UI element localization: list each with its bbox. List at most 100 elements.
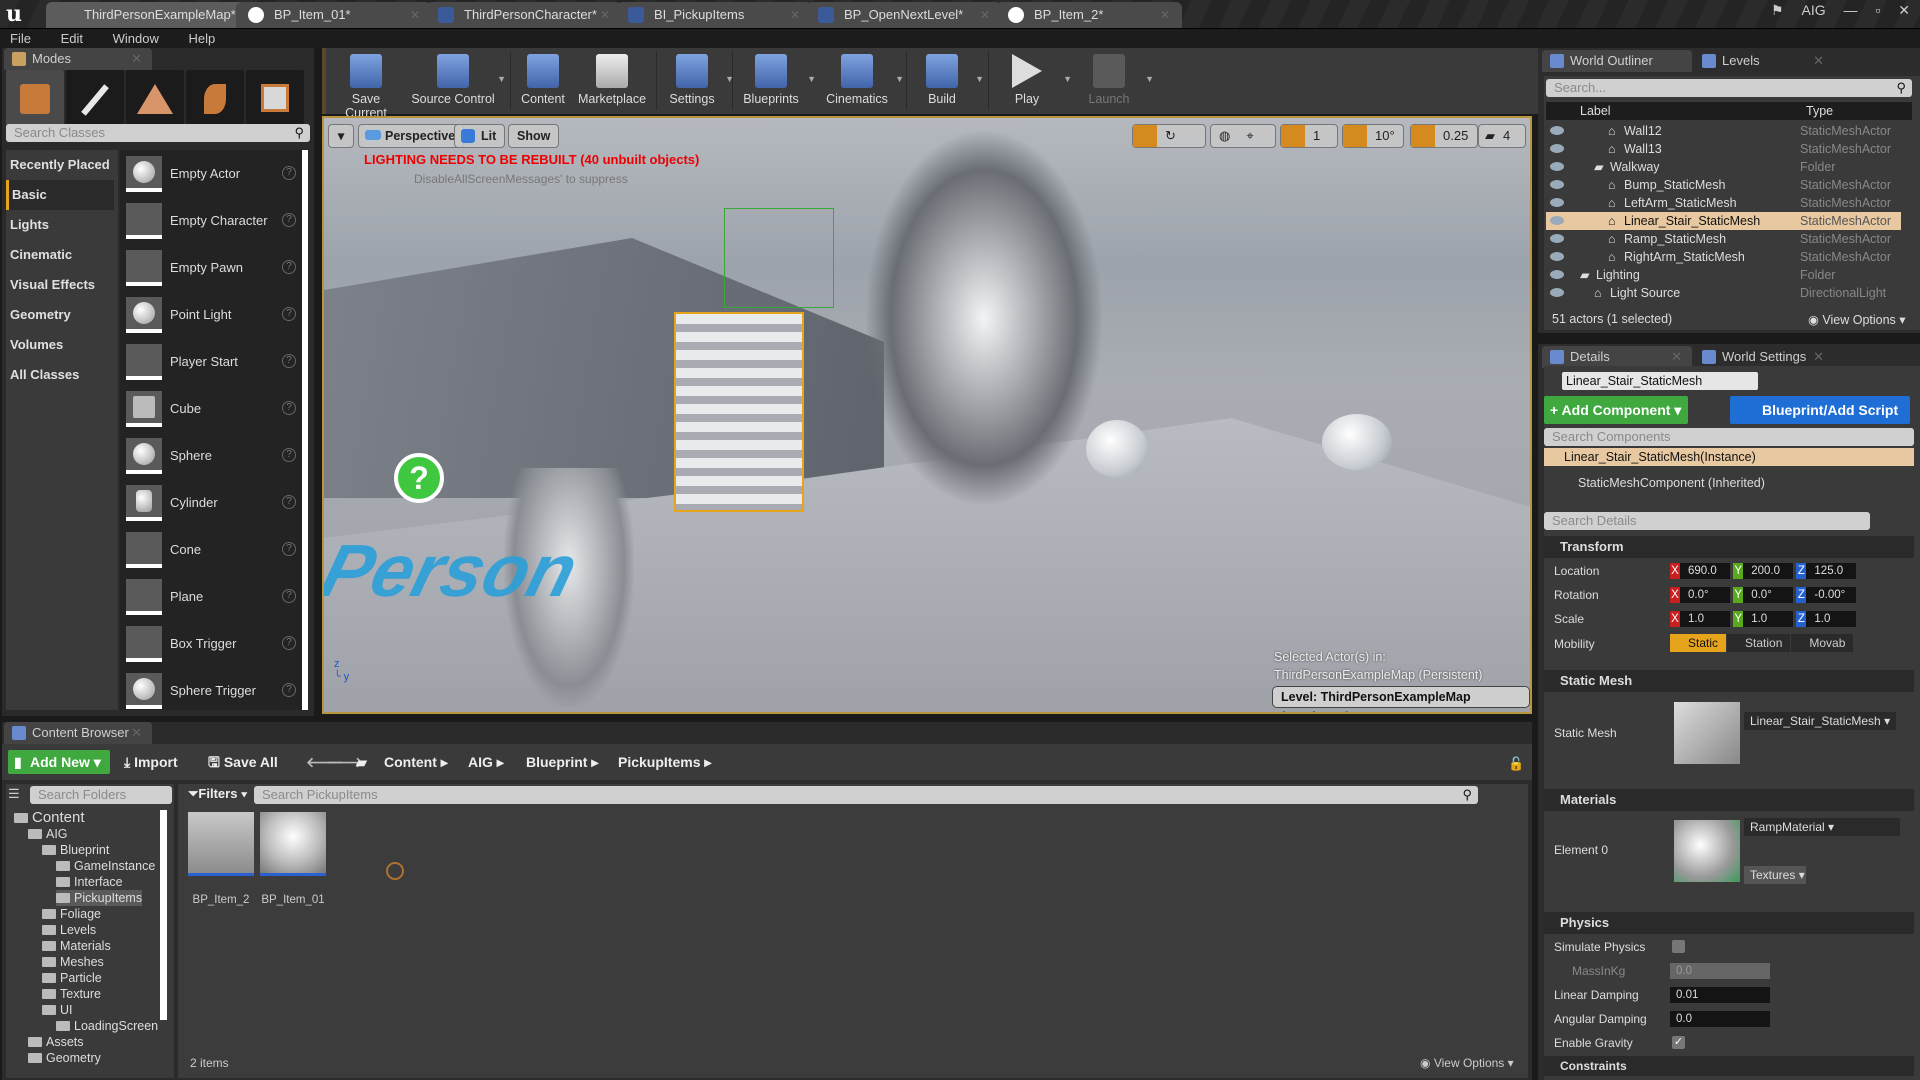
source-control-button[interactable]: Source Control ▼: [410, 52, 506, 110]
folder-row[interactable]: Assets: [28, 1034, 84, 1050]
dropdown-arrow-icon[interactable]: ▼: [807, 74, 816, 84]
folder-row[interactable]: Geometry: [28, 1050, 101, 1066]
dropdown-arrow-icon[interactable]: ▼: [895, 74, 904, 84]
column-type[interactable]: Type: [1806, 102, 1833, 120]
angular-damping-input[interactable]: 0.0: [1670, 1011, 1770, 1027]
mass-input[interactable]: 0.0: [1670, 963, 1770, 979]
add-component-button[interactable]: + Add Component ▾: [1544, 396, 1688, 424]
close-icon[interactable]: ✕: [1160, 2, 1170, 28]
section-constraints[interactable]: Constraints: [1544, 1056, 1914, 1076]
help-icon[interactable]: ?: [282, 307, 296, 321]
close-icon[interactable]: ✕: [790, 2, 800, 28]
close-window-button[interactable]: ✕: [1898, 2, 1910, 18]
place-item-sphere[interactable]: Sphere?: [126, 438, 300, 485]
category-geometry[interactable]: Geometry: [8, 300, 116, 330]
place-item-cylinder[interactable]: Cylinder?: [126, 485, 300, 532]
category-lights[interactable]: Lights: [8, 210, 116, 240]
outliner-row[interactable]: ▰ Walkway Folder: [1546, 158, 1901, 176]
material-dropdown[interactable]: RampMaterial ▾: [1744, 818, 1900, 836]
scale-arrow-icon[interactable]: [1411, 125, 1435, 147]
tab-thirdpersoncharacter[interactable]: ThirdPersonCharacter* ✕: [426, 2, 622, 28]
folder-scrollbar[interactable]: [160, 810, 167, 1020]
rotation-x-input[interactable]: 0.0°: [1680, 587, 1730, 603]
folder-row[interactable]: Levels: [42, 922, 96, 938]
close-icon[interactable]: ✕: [1813, 50, 1824, 72]
maximize-button[interactable]: ▫: [1875, 2, 1880, 18]
marketplace-button[interactable]: Marketplace: [576, 52, 648, 110]
visibility-eye-icon[interactable]: [1550, 126, 1564, 135]
add-new-button[interactable]: ▮ Add New ▾: [8, 750, 110, 774]
place-item-empty-actor[interactable]: Empty Actor?: [126, 156, 300, 203]
actor-name-input[interactable]: Linear_Stair_StaticMesh: [1562, 372, 1758, 390]
section-transform[interactable]: Transform: [1544, 536, 1914, 558]
coordinate-tools[interactable]: ◍ ⌖: [1210, 124, 1276, 148]
tab-thirdpersonexamplemap[interactable]: ThirdPersonExampleMap*: [46, 2, 246, 28]
tab-bp-item-2[interactable]: BP_Item_2* ✕: [996, 2, 1182, 28]
asset-bp-item-01[interactable]: BP_Item_01: [260, 812, 326, 908]
rotation-y-input[interactable]: 0.0°: [1743, 587, 1794, 603]
section-static-mesh[interactable]: Static Mesh: [1544, 670, 1914, 692]
save-current-button[interactable]: Save Current: [330, 52, 402, 120]
visibility-eye-icon[interactable]: [1550, 234, 1564, 243]
place-item-point-light[interactable]: Point Light?: [126, 297, 300, 344]
help-icon[interactable]: ?: [282, 213, 296, 227]
visibility-eye-icon[interactable]: [1550, 162, 1564, 171]
outliner-view-options[interactable]: ◉ View Options ▾: [1808, 312, 1906, 327]
place-item-box-trigger[interactable]: Box Trigger?: [126, 626, 300, 673]
import-button[interactable]: ⤓ Import: [124, 750, 178, 774]
category-basic[interactable]: Basic: [6, 180, 114, 210]
mode-place[interactable]: [6, 70, 64, 132]
outliner-search-input[interactable]: Search... ⚲: [1546, 79, 1912, 97]
mobility-movable[interactable]: Movab: [1791, 634, 1854, 652]
folder-row[interactable]: UI: [42, 1002, 73, 1018]
menu-edit[interactable]: Edit: [61, 29, 83, 49]
place-item-plane[interactable]: Plane?: [126, 579, 300, 626]
visibility-eye-icon[interactable]: [1550, 252, 1564, 261]
outliner-row[interactable]: ⌂ Bump_StaticMesh StaticMeshActor: [1546, 176, 1901, 194]
help-icon[interactable]: ?: [282, 683, 296, 697]
folder-row[interactable]: Content: [14, 810, 85, 826]
grid-snap-control[interactable]: 1: [1280, 124, 1338, 148]
play-button[interactable]: Play ▼: [992, 52, 1072, 110]
folder-row[interactable]: Particle: [42, 970, 102, 986]
breadcrumb-pickupitems[interactable]: PickupItems ▸: [618, 750, 711, 774]
help-icon[interactable]: ?: [282, 260, 296, 274]
mode-paint[interactable]: [66, 70, 124, 132]
angle-icon[interactable]: [1343, 125, 1367, 147]
help-icon[interactable]: ?: [282, 495, 296, 509]
search-details-input[interactable]: Search Details: [1544, 512, 1870, 530]
camera-speed-value[interactable]: 4: [1495, 125, 1518, 147]
folder-row[interactable]: LoadingScreen: [56, 1018, 158, 1034]
close-icon[interactable]: ✕: [1813, 346, 1824, 368]
folder-row[interactable]: Meshes: [42, 954, 104, 970]
folder-row[interactable]: Texture: [42, 986, 101, 1002]
blueprint-add-script-button[interactable]: Blueprint/Add Script: [1730, 396, 1910, 424]
outliner-row[interactable]: ⌂ Wall12 StaticMeshActor: [1546, 122, 1901, 140]
help-icon[interactable]: ?: [282, 166, 296, 180]
outliner-row[interactable]: ⌂ LeftArm_StaticMesh StaticMeshActor: [1546, 194, 1901, 212]
breadcrumb-content[interactable]: Content ▸: [384, 750, 448, 774]
category-visual-effects[interactable]: Visual Effects: [8, 270, 116, 300]
outliner-row[interactable]: ⌂ Wall13 StaticMeshActor: [1546, 140, 1901, 158]
column-label[interactable]: Label: [1580, 102, 1611, 120]
tab-details[interactable]: Details ✕: [1542, 346, 1692, 368]
place-item-empty-character[interactable]: Empty Character?: [126, 203, 300, 250]
settings-button[interactable]: Settings ▼: [660, 52, 734, 110]
simulate-physics-checkbox[interactable]: [1672, 940, 1685, 953]
category-volumes[interactable]: Volumes: [8, 330, 116, 360]
close-icon[interactable]: ✕: [600, 2, 610, 28]
blueprints-button[interactable]: Blueprints ▼: [736, 52, 816, 110]
asset-bp-item-2[interactable]: BP_Item_2: [188, 812, 254, 908]
category-all-classes[interactable]: All Classes: [8, 360, 116, 390]
static-mesh-thumbnail[interactable]: [1674, 702, 1740, 764]
scale-label[interactable]: Scale: [1554, 612, 1584, 626]
tab-levels[interactable]: Levels ✕: [1694, 50, 1834, 72]
visibility-eye-icon[interactable]: [1550, 144, 1564, 153]
place-item-sphere-trigger[interactable]: Sphere Trigger?: [126, 673, 300, 720]
search-assets-input[interactable]: Search PickupItems ⚲: [254, 786, 1478, 804]
search-folders-input[interactable]: Search Folders: [30, 786, 172, 804]
world-icon[interactable]: ◍: [1211, 125, 1238, 147]
visibility-eye-icon[interactable]: [1550, 216, 1564, 225]
tab-modes[interactable]: Modes ✕: [4, 48, 152, 70]
mode-foliage[interactable]: [186, 70, 244, 132]
